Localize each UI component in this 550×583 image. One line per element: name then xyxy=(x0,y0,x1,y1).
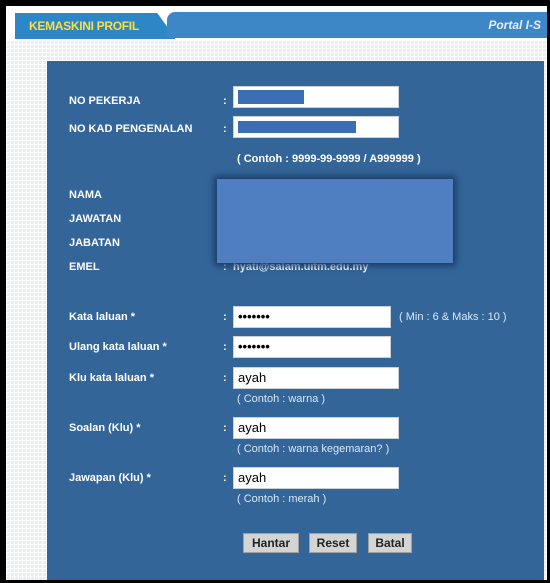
jabatan-label: JABATAN xyxy=(69,237,120,249)
portal-header: Portal I-S xyxy=(167,12,547,38)
kata-laluan-label: Kata laluan * xyxy=(69,311,136,323)
klu-kata-laluan-input[interactable]: ayah xyxy=(233,367,399,389)
colon: : xyxy=(223,472,227,484)
jawapan-label: Jawapan (Klu) * xyxy=(69,472,151,484)
soalan-hint: ( Contoh : warna kegemaran? ) xyxy=(237,443,390,455)
kata-laluan-hint: ( Min : 6 & Maks : 10 ) xyxy=(399,311,507,323)
portal-title: Portal I-S xyxy=(488,18,541,32)
jawapan-hint: ( Contoh : merah ) xyxy=(237,493,327,505)
page: KEMASKINI PROFIL Portal I-S NO PEKERJA :… xyxy=(6,6,547,580)
ulang-kata-laluan-label: Ulang kata laluan * xyxy=(69,341,167,353)
tab-kemaskini-profil[interactable]: KEMASKINI PROFIL xyxy=(14,12,176,39)
soalan-input[interactable]: ayah xyxy=(233,417,399,439)
kata-laluan-input[interactable]: ••••••• xyxy=(233,306,391,328)
no-kad-hint: ( Contoh : 9999-99-9999 / A999999 ) xyxy=(237,153,421,165)
tab-label: KEMASKINI PROFIL xyxy=(29,19,139,33)
jawapan-input[interactable]: ayah xyxy=(233,467,399,489)
klu-kata-laluan-hint: ( Contoh : warna ) xyxy=(237,393,326,405)
colon: : xyxy=(223,311,227,323)
redacted-no-pekerja xyxy=(238,90,304,104)
top-bar: KEMASKINI PROFIL Portal I-S xyxy=(6,6,547,40)
colon: : xyxy=(223,341,227,353)
window-frame: KEMASKINI PROFIL Portal I-S NO PEKERJA :… xyxy=(0,0,550,583)
klu-kata-laluan-label: Klu kata laluan * xyxy=(69,372,154,384)
redacted-personal-info xyxy=(217,179,453,263)
hantar-button[interactable]: Hantar xyxy=(243,533,299,553)
nama-label: NAMA xyxy=(69,189,102,201)
no-pekerja-label: NO PEKERJA xyxy=(69,95,141,107)
redacted-no-kad xyxy=(238,121,356,133)
colon: : xyxy=(223,372,227,384)
no-kad-label: NO KAD PENGENALAN xyxy=(69,123,193,135)
batal-button[interactable]: Batal xyxy=(368,533,412,553)
colon: : xyxy=(223,422,227,434)
emel-label: EMEL xyxy=(69,261,100,273)
colon: : xyxy=(223,95,227,107)
ulang-kata-laluan-input[interactable]: ••••••• xyxy=(233,336,391,358)
reset-button[interactable]: Reset xyxy=(309,533,357,553)
colon: : xyxy=(223,123,227,135)
soalan-label: Soalan (Klu) * xyxy=(69,422,141,434)
jawatan-label: JAWATAN xyxy=(69,213,122,225)
profile-form: NO PEKERJA : NO KAD PENGENALAN : ( Conto… xyxy=(47,61,544,580)
